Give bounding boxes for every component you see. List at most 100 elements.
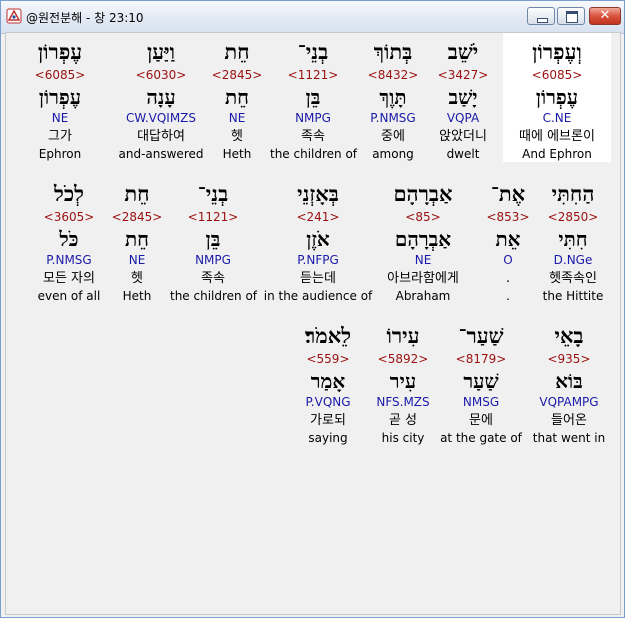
minimize-icon <box>537 18 548 23</box>
english-gloss: saying <box>308 431 348 445</box>
root-word: בֵּן <box>305 85 321 109</box>
window-title: @원전분해 - 창 23:10 <box>26 11 144 25</box>
korean-gloss: 문에 <box>469 413 493 428</box>
hebrew-word: עִירוֹ <box>386 323 420 348</box>
korean-gloss: 가로되 <box>310 413 346 428</box>
word-3-3[interactable]: שַׁעַר־ <8179> שַׁעַר NMSG 문에 at the gat… <box>438 321 524 446</box>
strong-number[interactable]: <2845> <box>94 209 180 226</box>
english-gloss: Heth <box>222 147 252 161</box>
korean-gloss: 앉았더니 <box>439 129 487 144</box>
word-1-4[interactable]: בְנֵי־ <1121> בֵּן NMPG 족속 the children … <box>270 37 357 162</box>
root-word: בּוֹא <box>555 369 583 393</box>
strong-number[interactable]: <5892> <box>360 351 446 368</box>
korean-gloss: 족속 <box>201 271 225 286</box>
english-gloss: at the gate of <box>440 431 522 445</box>
strong-number[interactable]: <6085> <box>17 67 103 84</box>
english-gloss: that went in <box>532 431 606 445</box>
korean-gloss: 헷 <box>131 271 143 286</box>
root-word: עִיר <box>389 369 417 393</box>
hebrew-word: שַׁעַר־ <box>458 323 504 348</box>
english-gloss: the children of <box>170 289 258 303</box>
parsing-code: VQPAMPG <box>539 395 599 409</box>
strong-number[interactable]: <85> <box>373 209 473 226</box>
word-2-4[interactable]: בְּאָזְנֵי <241> אֹזֶן P.NFPG 듣는데 in the… <box>263 179 373 304</box>
parsing-code: NE <box>228 111 246 125</box>
strong-number[interactable]: <6030> <box>118 67 204 84</box>
hebrew-word: אַבְרָהָם <box>393 181 453 206</box>
word-1-1[interactable]: עֶפְרוֹן <6085> עֶפְרוֹן NE 그가 Ephron <box>17 37 103 162</box>
english-gloss: his city <box>381 431 425 445</box>
parsing-code: NE <box>414 253 432 267</box>
english-gloss: and-answered <box>118 147 204 161</box>
parsing-code: VQPA <box>446 111 480 125</box>
parsing-code: NMPG <box>295 111 331 125</box>
strong-number[interactable]: <935> <box>526 351 612 368</box>
korean-gloss: 그가 <box>48 129 72 144</box>
maximize-icon <box>566 11 578 23</box>
title-bar[interactable]: @원전분해 - 창 23:10 ✕ <box>1 1 624 34</box>
word-1-3[interactable]: חֵת <2845> חֵת NE 헷 Heth <box>194 37 280 162</box>
parsing-code: C.NE <box>542 111 572 125</box>
root-word: חִתִּי <box>558 227 588 251</box>
korean-gloss: 아브라함에게 <box>387 271 459 286</box>
close-icon: ✕ <box>599 8 611 23</box>
english-gloss: the Hittite <box>542 289 604 303</box>
root-word: שַׁעַר <box>463 369 499 393</box>
strong-number[interactable]: <6085> <box>503 67 611 84</box>
close-button[interactable]: ✕ <box>589 7 621 25</box>
parsing-code: CW.VQIMZS <box>125 111 197 125</box>
parsing-code: NFS.MZS <box>376 395 430 409</box>
minimize-button[interactable] <box>527 7 555 25</box>
word-3-4[interactable]: בָאֵי <935> בּוֹא VQPAMPG 들어온 that went … <box>526 321 612 446</box>
parsing-code: D.NGe <box>553 253 593 267</box>
parsing-code: P.NFPG <box>297 253 339 267</box>
korean-gloss: 헷족속인 <box>549 271 597 286</box>
strong-number[interactable]: <559> <box>285 351 371 368</box>
parsing-code: NMSG <box>462 395 500 409</box>
korean-gloss: 듣는데 <box>300 271 336 286</box>
hebrew-word: יֹשֵׁב <box>447 39 479 64</box>
hebrew-word: בְנֵי־ <box>197 181 229 206</box>
word-3-2[interactable]: עִירוֹ <5892> עִיר NFS.MZS 곧 성 his city <box>360 321 446 446</box>
korean-gloss: 곧 성 <box>388 413 418 428</box>
word-1-2[interactable]: וַיַּעַן <6030> עָנָה CW.VQIMZS 대답하여 and… <box>118 37 204 162</box>
hebrew-word: הַחִתִּי <box>551 181 595 206</box>
word-1-6[interactable]: יֹשֵׁב <3427> יָשַׁב VQPA 앉았더니 dwelt <box>420 37 506 162</box>
korean-gloss: 들어온 <box>551 413 587 428</box>
root-word: חֵת <box>124 227 150 251</box>
hebrew-word: בָאֵי <box>554 323 584 348</box>
parsing-code: NE <box>51 111 69 125</box>
app-window: @원전분해 - 창 23:10 ✕ עֶפְרוֹן <6085> עֶפְרו… <box>0 0 625 618</box>
strong-number[interactable]: <3427> <box>420 67 506 84</box>
word-1-7-selected[interactable]: וְעֶפְרוֹן <6085> עֶפְרוֹן C.NE 때에 에브론이 … <box>503 33 611 162</box>
strong-number[interactable]: <8179> <box>438 351 524 368</box>
hebrew-word: וְעֶפְרוֹן <box>532 39 582 64</box>
strong-number[interactable]: <1121> <box>170 209 256 226</box>
english-gloss: Heth <box>122 289 152 303</box>
parsing-code: NMPG <box>195 253 231 267</box>
root-word: אַבְרָהָם <box>394 227 452 251</box>
strong-number[interactable]: <2850> <box>530 209 616 226</box>
parsing-code: NE <box>128 253 146 267</box>
maximize-button[interactable] <box>557 7 585 25</box>
word-2-7[interactable]: הַחִתִּי <2850> חִתִּי D.NGe 헷족속인 the Hi… <box>530 179 616 304</box>
english-gloss: dwelt <box>446 147 480 161</box>
app-icon <box>6 8 22 24</box>
word-2-3[interactable]: בְנֵי־ <1121> בֵּן NMPG 족속 the children … <box>170 179 258 304</box>
strong-number[interactable]: <241> <box>263 209 373 226</box>
root-word: עָנָה <box>146 85 176 109</box>
strong-number[interactable]: <1121> <box>270 67 356 84</box>
word-2-2[interactable]: חֵת <2845> חֵת NE 헷 Heth <box>94 179 180 304</box>
word-2-5[interactable]: אַבְרָהָם <85> אַבְרָהָם NE 아브라함에게 Abrah… <box>373 179 473 304</box>
root-word: אֹזֶן <box>306 227 330 251</box>
interlinear-panel: עֶפְרוֹן <6085> עֶפְרוֹן NE 그가 Ephron וַ… <box>5 32 621 615</box>
strong-number[interactable]: <2845> <box>194 67 280 84</box>
hebrew-word: לֵאמֹר׃ <box>304 323 352 348</box>
english-gloss: Abraham <box>395 289 451 303</box>
hebrew-word: וַיַּעַן <box>146 39 176 64</box>
korean-gloss: 헷 <box>231 129 243 144</box>
root-word: אָמַר <box>310 369 346 393</box>
word-3-1[interactable]: לֵאמֹר׃ <559> אָמַר P.VQNG 가로되 saying <box>285 321 371 446</box>
parsing-code: P.VQNG <box>305 395 351 409</box>
hebrew-word: עֶפְרוֹן <box>37 39 83 64</box>
